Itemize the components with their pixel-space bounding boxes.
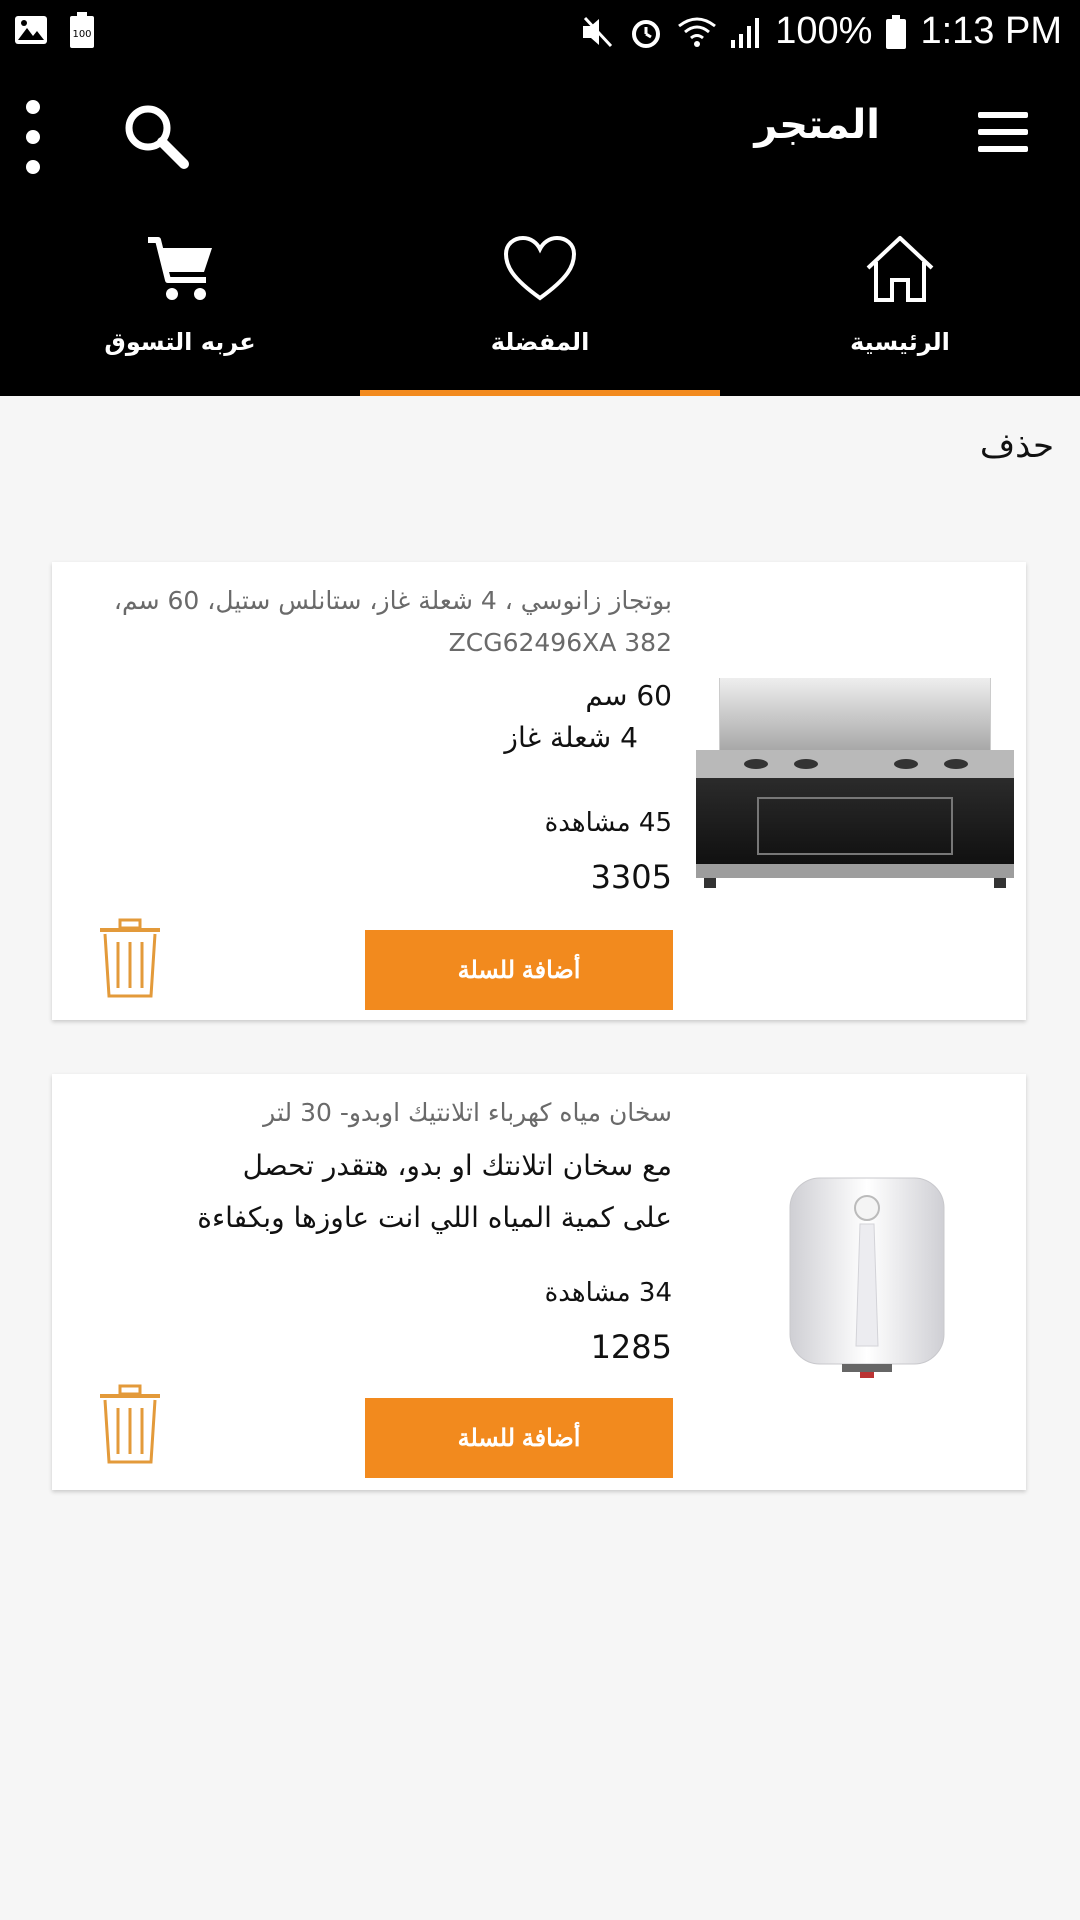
menu-icon[interactable] [978,112,1034,154]
product-desc-line2: 4 شعلة غاز [504,721,638,754]
app-bar: المتجر عربه التسوق المفضلة الرئيسية [0,64,1080,396]
more-vert-icon[interactable] [22,100,44,176]
add-to-cart-button[interactable]: أضافة للسلة [365,1398,673,1478]
product-name[interactable]: سخان مياه كهرباء اتلانتيك اوبدو- 30 لتر [82,1092,672,1134]
clock: 1:13 PM [920,10,1062,52]
product-image-stove[interactable] [696,677,1014,890]
image-icon [14,15,48,45]
view-count: 34 مشاهدة [544,1278,672,1308]
product-card: سخان مياه كهرباء اتلانتيك اوبدو- 30 لتر … [52,1074,1026,1490]
product-price: 1285 [590,1328,672,1366]
product-name[interactable]: بوتجاز زانوسي ، 4 شعلة غاز، ستانلس ستيل،… [82,580,672,664]
product-desc-line2: على كمية المياه اللي انت عاوزها وبكفاءة [197,1201,672,1234]
product-image-heater[interactable] [782,1170,952,1380]
tab-bar: عربه التسوق المفضلة الرئيسية [0,228,1080,396]
heart-icon [502,234,578,304]
product-price: 3305 [590,858,672,896]
alarm-icon [629,15,663,49]
battery-icon [886,14,907,49]
tab-home-label: الرئيسية [850,328,950,356]
signal-icon [731,16,761,48]
delete-all-link[interactable]: حذف [980,426,1054,466]
wifi-icon [677,16,717,48]
status-bar: 100 100% 1:13 PM [0,0,1080,64]
add-to-cart-button[interactable]: أضافة للسلة [365,930,673,1010]
view-count: 45 مشاهدة [544,808,672,838]
search-icon[interactable] [120,100,192,172]
tab-cart[interactable]: عربه التسوق [0,228,360,396]
tab-favorites-label: المفضلة [490,328,590,356]
svg-text:100: 100 [72,29,91,40]
tab-home[interactable]: الرئيسية [720,228,1080,396]
tab-cart-label: عربه التسوق [104,328,256,356]
mute-icon [581,16,615,48]
trash-icon[interactable] [98,1384,162,1466]
product-card: بوتجاز زانوسي ، 4 شعلة غاز، ستانلس ستيل،… [52,562,1026,1020]
battery-percent: 100% [775,10,873,52]
battery-saver-icon: 100 [70,12,94,48]
trash-icon[interactable] [98,918,162,1000]
cart-icon [142,234,218,304]
product-desc-line1: مع سخان اتلانتك او بدو، هتقدر تحصل [242,1149,672,1182]
home-icon [862,234,938,304]
tab-favorites[interactable]: المفضلة [360,228,720,396]
page-title: المتجر [754,102,880,148]
